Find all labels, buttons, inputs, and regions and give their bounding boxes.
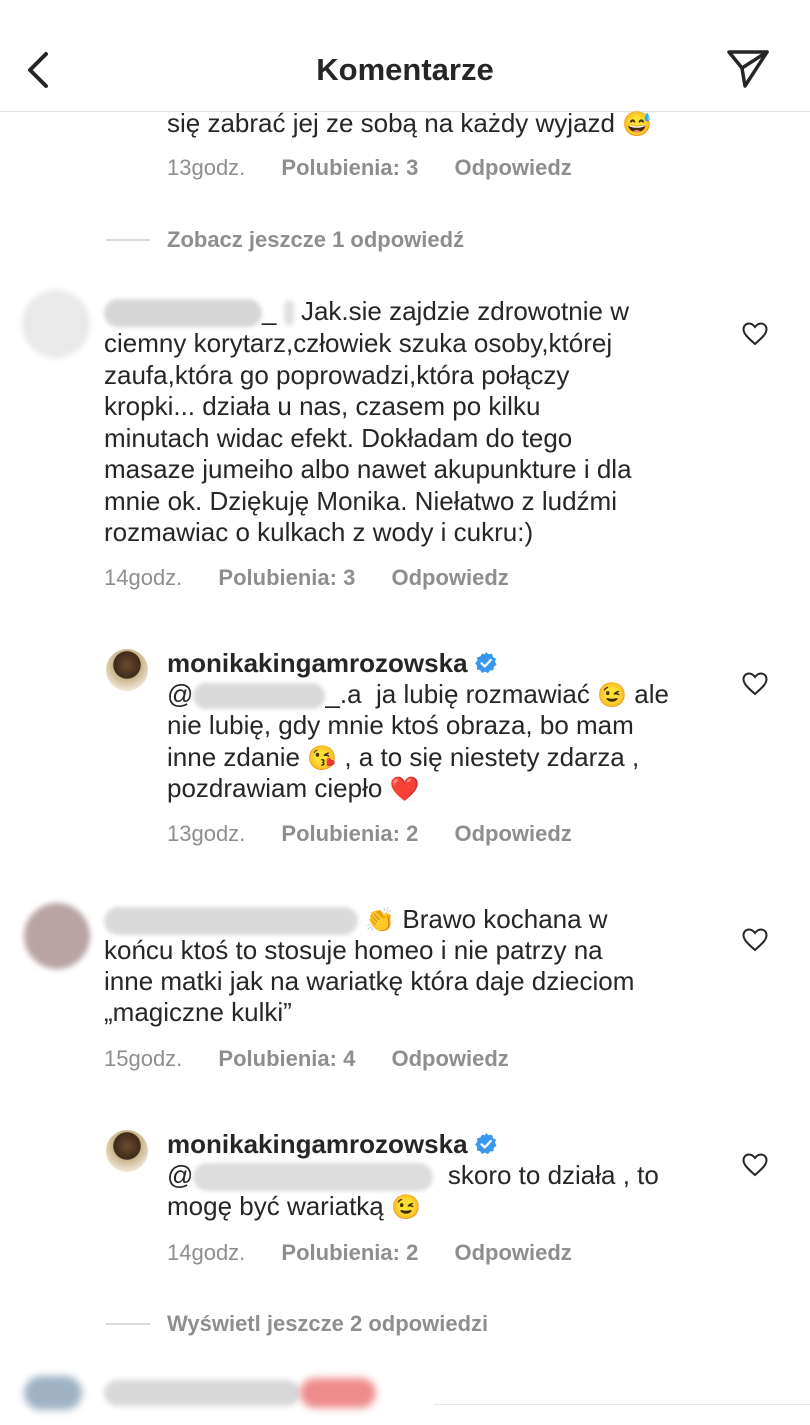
username-blurred[interactable] <box>104 299 262 328</box>
comment-line: mogę być wariatką 😉 <box>167 1191 421 1221</box>
username-blurred[interactable] <box>104 1380 300 1406</box>
comment-line: inne zdanie 😘 , a to się niestety zdarza… <box>167 742 640 772</box>
avatar[interactable] <box>22 290 90 358</box>
username-blurred[interactable] <box>104 907 358 936</box>
likes-count[interactable]: Polubienia: 2 <box>281 821 418 846</box>
comment-line: kropki... działa u nas, czasem po kilku <box>104 391 541 421</box>
emoji: 😉 <box>391 1194 421 1221</box>
avatar[interactable] <box>106 1130 148 1172</box>
comment-line: nie lubię, gdy mnie ktoś obraza, bo mam <box>167 710 634 740</box>
reply-button[interactable]: Odpowiedz <box>391 565 508 590</box>
comment-time: 13godz. <box>167 821 246 846</box>
heart-icon <box>742 672 768 696</box>
verified-badge-icon <box>474 652 497 674</box>
emoji: 😘 <box>307 745 338 772</box>
comment-line: pozdrawiam ciepło ❤️ <box>167 773 420 803</box>
avatar[interactable] <box>24 1376 82 1410</box>
comment-line: monikakingamrozowska <box>167 1129 498 1161</box>
mention[interactable]: @ <box>167 1160 193 1190</box>
mention-blurred[interactable] <box>193 1163 434 1192</box>
comment-line: minutach widac efekt. Dokładam do tego <box>104 423 573 453</box>
comment-meta: 15godz. Polubienia: 4 Odpowiedz <box>104 1046 509 1072</box>
emoji: 👏 <box>365 907 396 934</box>
verified-badge-icon <box>474 1133 497 1155</box>
top-bar: Komentarze <box>0 0 810 112</box>
comment-line: _ Jak.sie zajdzie zdrowotnie w <box>104 296 629 328</box>
comment-text: się zabrać jej ze sobą na każdy wyjazd 😅 <box>167 108 653 138</box>
comment-line: końcu ktoś to stosuje homeo i nie patrzy… <box>104 935 603 965</box>
comment-time: 15godz. <box>104 1046 183 1071</box>
comment-line: „magiczne kulki” <box>104 997 292 1027</box>
view-more-replies[interactable]: Zobacz jeszcze 1 odpowiedź <box>167 227 464 253</box>
divider-line <box>434 1404 810 1405</box>
comment-line: 👏 Brawo kochana w <box>104 904 608 937</box>
comment-time: 14godz. <box>104 565 183 590</box>
divider-line <box>106 239 150 241</box>
likes-count[interactable]: Polubienia: 2 <box>281 1240 418 1265</box>
likes-count[interactable]: Polubienia: 4 <box>218 1046 355 1071</box>
comment-time: 13godz. <box>167 155 246 180</box>
emoji: 😉 <box>597 682 628 709</box>
view-more-replies[interactable]: Wyświetl jeszcze 2 odpowiedzi <box>167 1311 488 1337</box>
comment-line: rozmawiac o kulkach z wody i cukru:) <box>104 517 534 547</box>
like-button[interactable] <box>742 1153 768 1177</box>
comment-meta: 14godz. Polubienia: 3 Odpowiedz <box>104 565 509 591</box>
comment-line: masaze jumeiho albo nawet akupunkture i … <box>104 454 632 484</box>
emoji: 😅 <box>622 111 653 138</box>
share-button[interactable] <box>726 48 770 90</box>
avatar[interactable] <box>106 649 148 691</box>
comment-line: monikakingamrozowska <box>167 648 498 680</box>
blur-mark <box>283 300 294 327</box>
heart-icon <box>742 1153 768 1177</box>
emoji-blurred <box>300 1378 376 1408</box>
comment-meta: 13godz. Polubienia: 2 Odpowiedz <box>167 821 572 847</box>
comment-line: ciemny korytarz,człowiek szuka osoby,któ… <box>104 328 613 358</box>
comment-line: zaufa,która go poprowadzi,która połączy <box>104 360 570 390</box>
username[interactable]: monikakingamrozowska <box>167 1129 468 1159</box>
heart-icon <box>742 322 768 346</box>
comment-meta: 14godz. Polubienia: 2 Odpowiedz <box>167 1240 572 1266</box>
reply-button[interactable]: Odpowiedz <box>391 1046 508 1071</box>
reply-button[interactable]: Odpowiedz <box>454 1240 571 1265</box>
comment-line: @ _.a ja lubię rozmawiać 😉 ale <box>167 679 669 710</box>
mention-blurred[interactable] <box>193 683 326 710</box>
comment-line: mnie ok. Dziękuję Monika. Niełatwo z lud… <box>104 486 617 516</box>
comment-line: inne matki jak na wariatkę która daje dz… <box>104 966 635 996</box>
username[interactable]: monikakingamrozowska <box>167 648 468 678</box>
like-button[interactable] <box>742 672 768 696</box>
like-button[interactable] <box>742 322 768 346</box>
comment-meta: 13godz. Polubienia: 3 Odpowiedz <box>167 155 572 181</box>
divider-line <box>106 1323 150 1325</box>
reply-button[interactable]: Odpowiedz <box>454 821 571 846</box>
likes-count[interactable]: Polubienia: 3 <box>218 565 355 590</box>
reply-button[interactable]: Odpowiedz <box>454 155 571 180</box>
page-title: Komentarze <box>316 52 494 87</box>
avatar[interactable] <box>24 903 90 969</box>
comment-time: 14godz. <box>167 1240 246 1265</box>
comment-line: @ skoro to działa , to <box>167 1160 659 1192</box>
heart-icon <box>742 928 768 952</box>
paper-plane-icon <box>727 50 769 88</box>
like-button[interactable] <box>742 928 768 952</box>
emoji: ❤️ <box>389 776 420 803</box>
likes-count[interactable]: Polubienia: 3 <box>281 155 418 180</box>
mention[interactable]: @ <box>167 679 193 709</box>
